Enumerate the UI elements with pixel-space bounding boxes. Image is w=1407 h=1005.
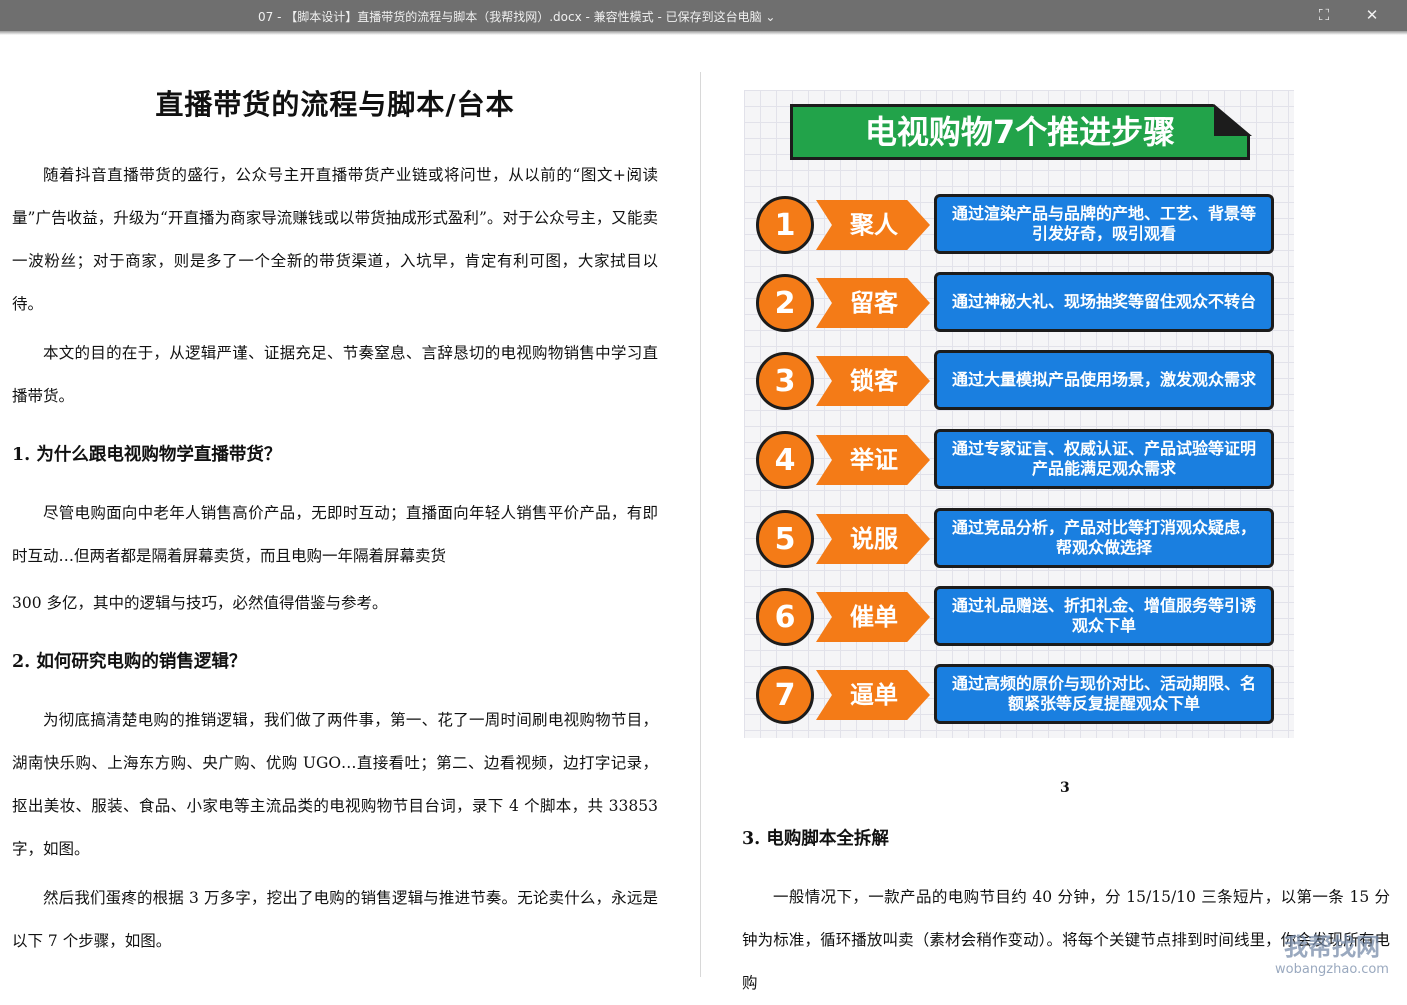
page-number: 3 — [1060, 780, 1070, 796]
step-1: 1 聚人 通过渲染产品与品牌的产地、工艺、背景等引发好奇，吸引观看 — [756, 194, 1276, 256]
step-name: 说服 — [850, 525, 898, 553]
step-number: 1 — [756, 196, 814, 254]
step-3: 3 锁客 通过大量模拟产品使用场景，激发观众需求 — [756, 350, 1276, 412]
step-description: 通过渲染产品与品牌的产地、工艺、背景等引发好奇，吸引观看 — [934, 194, 1274, 254]
paragraph-steps: 然后我们蛋疼的根据 3 万多字，挖出了电购的销售逻辑与推进节奏。无论卖什么，永远… — [12, 889, 658, 950]
step-7: 7 逼单 通过高频的原价与现价对比、活动期限、名额紧张等反复提醒观众下单 — [756, 664, 1276, 726]
paragraph-how: 为彻底搞清楚电购的推销逻辑，我们做了两件事，第一、花了一周时间刷电视购物节目，湖… — [12, 711, 658, 858]
step-6: 6 催单 通过礼品赠送、折扣礼金、增值服务等引诱观众下单 — [756, 586, 1276, 648]
step-number: 3 — [756, 352, 814, 410]
step-description: 通过高频的原价与现价对比、活动期限、名额紧张等反复提醒观众下单 — [934, 664, 1274, 724]
watermark-url: wobangzhao.com — [1275, 962, 1389, 977]
step-description: 通过专家证言、权威认证、产品试验等证明产品能满足观众需求 — [934, 429, 1274, 489]
step-description: 通过神秘大礼、现场抽奖等留住观众不转台 — [934, 272, 1274, 332]
paragraph-why: 尽管电购面向中老年人销售高价产品，无即时互动；直播面向年轻人销售平价产品，有即时… — [12, 504, 658, 565]
title-bar-shadow — [0, 31, 1407, 35]
step-name: 逼单 — [850, 681, 898, 709]
paragraph-intro: 随着抖音直播带货的盛行，公众号主开直播带货产业链或将问世，从以前的“图文+阅读量… — [12, 166, 658, 313]
paragraph-why-cont: 300 多亿，其中的逻辑与技巧，必然值得借鉴与参考。 — [12, 594, 388, 612]
step-number: 7 — [756, 666, 814, 724]
window-title: 07 - 【脚本设计】直播带货的流程与脚本（我帮找网）.docx - 兼容性模式… — [258, 10, 776, 24]
site-watermark: 我帮找网 wobangzhao.com — [1262, 932, 1402, 992]
step-number: 5 — [756, 510, 814, 568]
heading-why: 1. 为什么跟电视购物学直播带货？ — [12, 445, 282, 465]
close-icon[interactable]: ✕ — [1358, 4, 1386, 26]
document-title: 直播带货的流程与脚本/台本 — [155, 88, 515, 121]
title-bar: 07 - 【脚本设计】直播带货的流程与脚本（我帮找网）.docx - 兼容性模式… — [0, 0, 1407, 31]
step-description: 通过礼品赠送、折扣礼金、增值服务等引诱观众下单 — [934, 586, 1274, 646]
step-5: 5 说服 通过竞品分析，产品对比等打消观众疑虑，帮观众做选择 — [756, 508, 1276, 570]
step-description: 通过竞品分析，产品对比等打消观众疑虑，帮观众做选择 — [934, 508, 1274, 568]
steps-infographic: 电视购物7个推进步骤 1 聚人 通过渲染产品与品牌的产地、工艺、背景等引发好奇，… — [744, 90, 1294, 738]
infographic-title: 电视购物7个推进步骤 — [864, 113, 1176, 151]
step-number: 2 — [756, 274, 814, 332]
step-number: 6 — [756, 588, 814, 646]
step-name: 聚人 — [850, 211, 898, 239]
fullscreen-icon[interactable]: ⛶ — [1310, 4, 1338, 26]
step-name: 催单 — [850, 603, 898, 631]
step-number: 4 — [756, 431, 814, 489]
step-name: 留客 — [850, 289, 898, 317]
left-page: 直播带货的流程与脚本/台本 随着抖音直播带货的盛行，公众号主开直播带货产业链或将… — [12, 80, 658, 963]
step-name: 锁客 — [850, 367, 898, 395]
heading-how: 2. 如何研究电购的销售逻辑？ — [12, 652, 247, 672]
step-name: 举证 — [850, 446, 898, 474]
page-divider — [700, 72, 701, 977]
step-description: 通过大量模拟产品使用场景，激发观众需求 — [934, 350, 1274, 410]
paragraph-purpose: 本文的目的在于，从逻辑严谨、证据充足、节奏窒息、言辞恳切的电视购物销售中学习直播… — [12, 344, 658, 405]
step-4: 4 举证 通过专家证言、权威认证、产品试验等证明产品能满足观众需求 — [756, 429, 1276, 491]
heading-breakdown: 3. 电购脚本全拆解 — [742, 829, 889, 849]
watermark-name: 我帮找网 — [1284, 933, 1380, 961]
step-2: 2 留客 通过神秘大礼、现场抽奖等留住观众不转台 — [756, 272, 1276, 334]
